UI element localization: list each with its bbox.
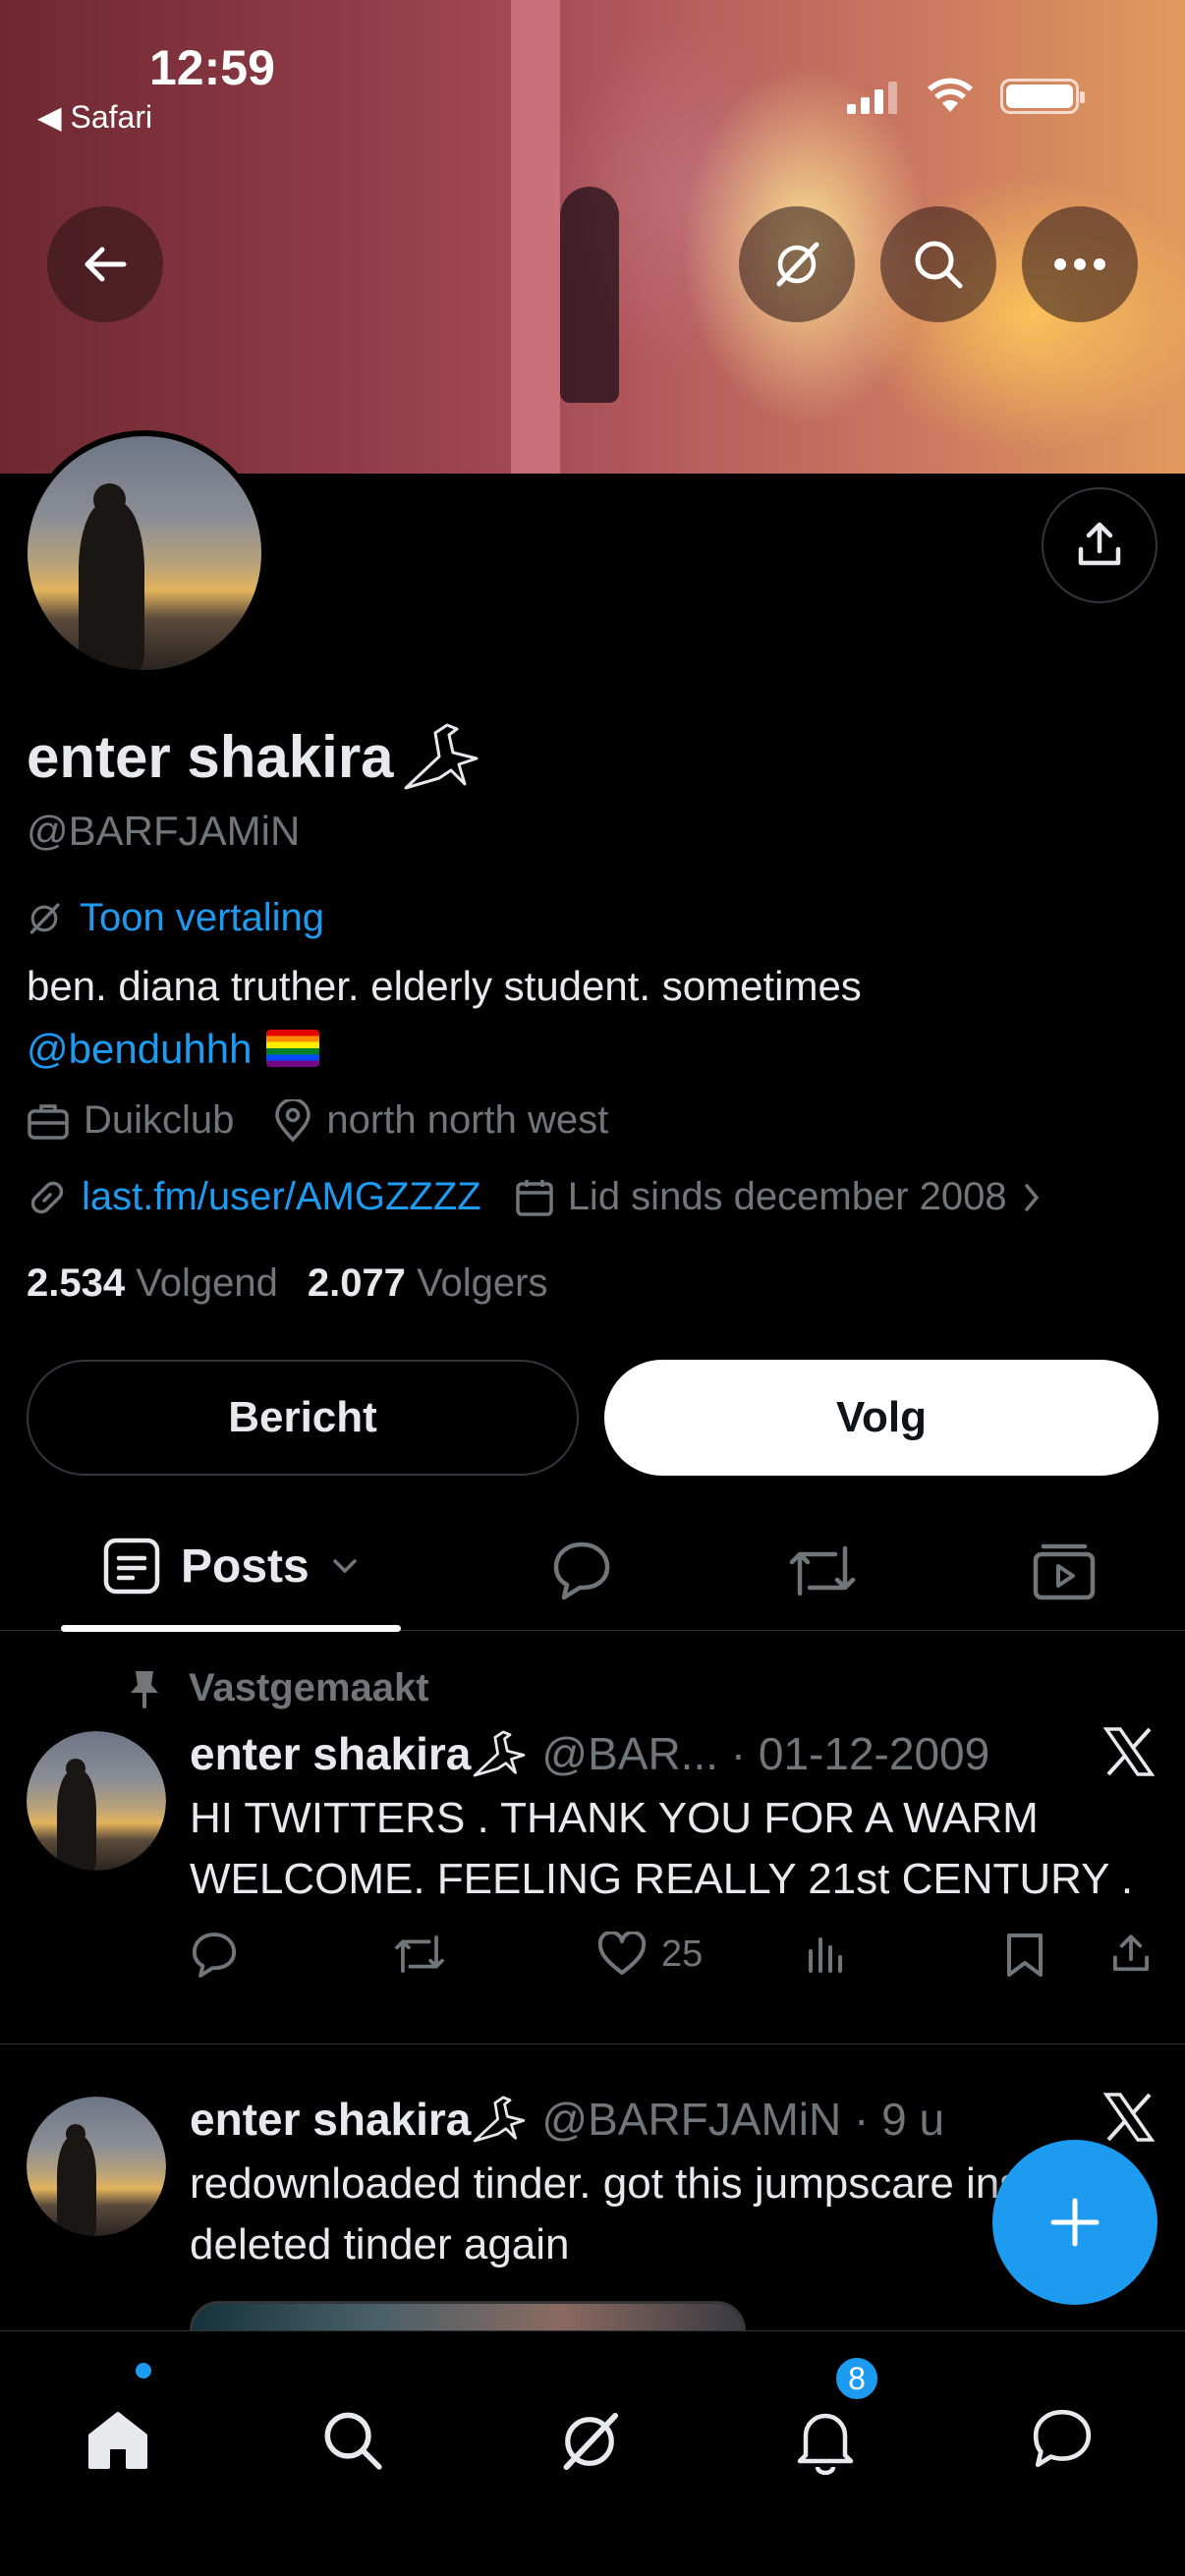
post-meta: @BARFJAMiN · 9 u	[541, 2094, 945, 2145]
translate-bio-link[interactable]: Toon vertaling	[27, 896, 324, 940]
rainbow-flag-icon	[265, 1030, 319, 1067]
search-icon	[915, 241, 963, 289]
pinned-text: Vastgemaakt	[189, 1666, 429, 1709]
more-button[interactable]	[1022, 206, 1138, 322]
status-bar: 12:59 ◀ Safari	[0, 0, 1185, 147]
post-actions: 25	[190, 1932, 1162, 1990]
briefcase-icon	[28, 1103, 69, 1140]
profile-handle: @BARFJAMiN	[27, 808, 301, 854]
back-to-safari[interactable]: ◀ Safari	[37, 98, 152, 136]
post-text: HI TWITTERS . THANK YOU FOR A WARM WELCO…	[190, 1794, 1134, 1903]
bird-emoji-icon	[474, 2096, 526, 2143]
post-meta: @BAR... · 01-12-2009	[541, 1728, 990, 1779]
profile-avatar[interactable]	[22, 430, 267, 676]
like-count: 25	[661, 1932, 704, 1975]
followers-link[interactable]: 2.077 Volgers	[308, 1261, 548, 1306]
profile-meta-row: Duikclub north north west	[27, 1098, 648, 1143]
grok-icon	[29, 902, 60, 934]
grok-button[interactable]	[739, 206, 855, 322]
grok-icon[interactable]	[556, 2408, 623, 2475]
profile-category: Duikclub	[27, 1098, 234, 1143]
profile-meta-row-2: last.fm/user/AMGZZZZ Lid sinds december …	[27, 1175, 1043, 1219]
share-icon[interactable]	[1109, 1932, 1153, 1977]
following-count: 2.534	[27, 1261, 126, 1305]
message-button[interactable]: Bericht	[27, 1360, 579, 1476]
post-author-name[interactable]: enter shakira	[190, 2093, 471, 2146]
location-text: north north west	[326, 1098, 609, 1142]
follow-counts: 2.534 Volgend 2.077 Volgers	[27, 1261, 547, 1306]
profile-job: Duikclub	[84, 1098, 235, 1142]
bio-mention-link[interactable]: @benduhhh	[27, 1026, 253, 1072]
pinned-label: Vastgemaakt	[128, 1666, 429, 1710]
bird-emoji-icon	[404, 723, 479, 790]
x-logo-icon	[1102, 1727, 1156, 1776]
wifi-icon	[928, 78, 973, 112]
post-text: redownloaded tinder. got this jumpscare …	[190, 2159, 1125, 2268]
grok-icon	[776, 242, 819, 287]
following-label: Volgend	[136, 1261, 278, 1305]
profile-tabs: Posts	[0, 1513, 1185, 1632]
x-logo-icon	[1102, 2093, 1156, 2142]
cellular-signal-icon	[847, 81, 898, 114]
home-unread-dot	[136, 2363, 151, 2379]
compose-post-button[interactable]	[992, 2140, 1157, 2305]
post-avatar[interactable]	[27, 1731, 166, 1871]
chevron-down-icon	[332, 1559, 357, 1574]
website-link[interactable]: last.fm/user/AMGZZZZ	[82, 1175, 481, 1219]
heart-icon	[597, 1932, 647, 1975]
status-time: 12:59	[149, 40, 275, 95]
translate-label: Toon vertaling	[80, 896, 325, 939]
share-icon	[1078, 522, 1121, 566]
post-header: enter shakira @BARFJAMiN · 9 u	[190, 2093, 944, 2146]
reply-icon[interactable]	[190, 1932, 239, 1979]
notifications-badge: 8	[833, 2355, 880, 2402]
post-avatar[interactable]	[27, 2097, 166, 2236]
tab-posts-label: Posts	[181, 1540, 310, 1593]
arrow-left-icon	[85, 247, 127, 282]
bio-text: ben. diana truther. elderly student. som…	[27, 963, 862, 1009]
battery-icon	[1000, 79, 1085, 114]
search-icon[interactable]	[320, 2408, 385, 2473]
more-dots-icon	[1054, 258, 1105, 270]
profile-bio: ben. diana truther. elderly student. som…	[27, 955, 1166, 1081]
followers-label: Volgers	[417, 1261, 548, 1305]
profile-name-row: enter shakira	[27, 719, 482, 794]
followers-count: 2.077	[307, 1261, 406, 1305]
location-pin-icon	[275, 1098, 311, 1143]
bottom-navigation: 8	[0, 2330, 1185, 2576]
tab-reposts-icon[interactable]	[786, 1540, 859, 1601]
bird-emoji-icon	[474, 1730, 526, 1777]
bookmark-icon[interactable]	[1003, 1932, 1046, 1979]
share-profile-button[interactable]	[1042, 487, 1157, 603]
home-icon[interactable]	[85, 2408, 151, 2473]
profile-website[interactable]: last.fm/user/AMGZZZZ	[27, 1175, 481, 1219]
link-icon	[30, 1181, 64, 1213]
like-button[interactable]: 25	[596, 1932, 703, 1977]
messages-icon[interactable]	[1030, 2408, 1095, 2471]
banner-detail	[560, 187, 619, 403]
profile-location: north north west	[273, 1098, 608, 1143]
follow-button[interactable]: Volg	[604, 1360, 1158, 1476]
tab-replies-icon[interactable]	[550, 1540, 613, 1601]
tab-media-icon[interactable]	[1032, 1540, 1097, 1601]
calendar-icon	[515, 1179, 553, 1216]
profile-joined[interactable]: Lid sinds december 2008	[515, 1175, 1043, 1219]
notifications-bell-icon[interactable]	[794, 2408, 857, 2475]
joined-date: Lid sinds december 2008	[567, 1175, 1007, 1218]
pin-icon	[131, 1670, 158, 1708]
active-tab-indicator	[61, 1625, 401, 1632]
following-link[interactable]: 2.534 Volgend	[27, 1261, 278, 1306]
display-name: enter shakira	[27, 723, 394, 790]
chevron-right-icon	[1024, 1183, 1039, 1211]
tab-posts[interactable]: Posts	[102, 1537, 361, 1596]
post-header: enter shakira @BAR... · 01-12-2009	[190, 1727, 989, 1780]
posts-icon	[103, 1538, 160, 1595]
repost-icon[interactable]	[392, 1932, 447, 1977]
back-button[interactable]	[47, 206, 163, 322]
post-author-name[interactable]: enter shakira	[190, 1727, 471, 1780]
search-button[interactable]	[880, 206, 996, 322]
views-icon[interactable]	[805, 1932, 844, 1975]
plus-icon	[1050, 2198, 1100, 2247]
